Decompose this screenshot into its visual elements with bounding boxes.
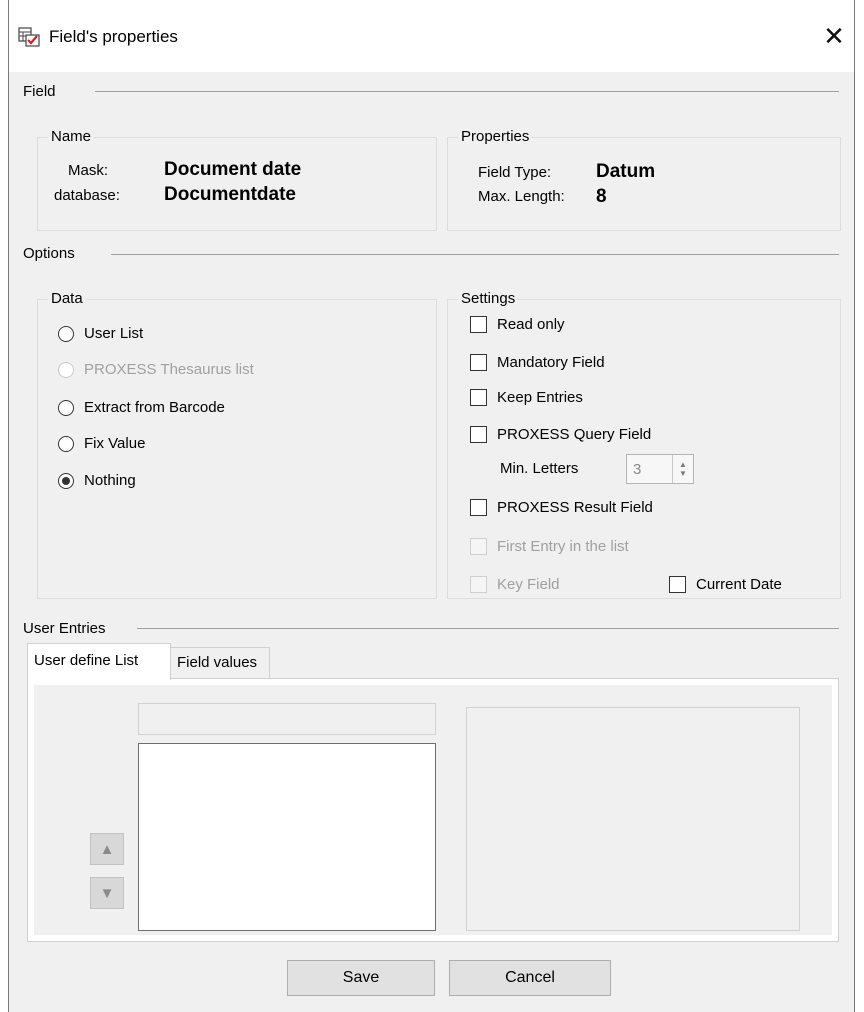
checkbox-label: PROXESS Query Field [497,426,652,443]
checkbox-first-entry-in-list: First Entry in the list [470,538,629,555]
radio-proxess-thesaurus-list: PROXESS Thesaurus list [58,361,254,378]
arrow-up-icon: ▲ [99,840,115,858]
arrow-down-icon: ▼ [99,884,115,902]
checkbox-proxess-query-field[interactable]: PROXESS Query Field [470,426,651,443]
checkbox-label: PROXESS Result Field [497,499,653,516]
min-letters-spinner: 3 ▲ ▼ [626,454,694,484]
radio-label: User List [84,325,144,342]
database-value: Documentdate [164,184,296,205]
checkbox[interactable] [470,354,487,371]
entry-input[interactable] [138,703,436,735]
cancel-button-label: Cancel [505,969,555,986]
radio-label: PROXESS Thesaurus list [84,361,254,378]
checkbox [470,538,487,555]
checkbox-label: Mandatory Field [497,354,605,371]
tab-user-define-list[interactable]: User define List [27,643,171,680]
save-button[interactable]: Save [287,960,435,996]
table-check-icon [18,27,40,47]
mask-label: Mask: [68,162,109,179]
checkbox[interactable] [470,499,487,516]
tab-field-values[interactable]: Field values [170,647,270,678]
checkbox-current-date[interactable]: Current Date [669,576,782,593]
properties-groupbox: Properties Field Type: Datum Max. Length… [447,128,841,231]
checkbox[interactable] [470,316,487,333]
close-icon: ✕ [823,20,845,51]
radio-button-selected[interactable] [58,472,74,489]
user-entries-tab-panel: ▲ ▼ [27,678,839,942]
cancel-button[interactable]: Cancel [449,960,611,996]
user-entries-section-label: User Entries [23,620,106,637]
entries-list[interactable] [138,743,436,931]
checkbox[interactable] [470,426,487,443]
options-section-divider [111,254,839,255]
radio-label: Extract from Barcode [84,399,225,416]
radio-button[interactable] [58,325,74,342]
settings-group-title: Settings [458,290,519,307]
move-down-button[interactable]: ▼ [90,877,124,909]
tab-label: User define List [34,652,139,669]
data-groupbox: Data User List PROXESS Thesaurus list Ex… [37,290,437,599]
radio-label: Fix Value [84,435,146,452]
user-entries-section-divider [137,628,839,629]
min-letters-label: Min. Letters [500,460,579,477]
options-section-label: Options [23,245,75,262]
checkbox [470,576,487,593]
title-bar: Field's properties ✕ [9,0,854,72]
radio-user-list[interactable]: User List [58,325,143,342]
properties-group-title: Properties [458,128,533,145]
move-up-button[interactable]: ▲ [90,833,124,865]
field-section-label: Field [23,83,56,100]
field-type-value: Datum [596,161,656,182]
database-label: database: [54,187,120,204]
max-length-label: Max. Length: [478,188,565,205]
min-letters-value: 3 [633,461,642,478]
radio-button[interactable] [58,399,74,416]
radio-extract-from-barcode[interactable]: Extract from Barcode [58,399,225,416]
checkbox-label: First Entry in the list [497,538,629,555]
checkbox-label: Current Date [696,576,782,593]
radio-fix-value[interactable]: Fix Value [58,435,145,452]
radio-button [58,361,74,378]
data-group-title: Data [48,290,86,307]
name-groupbox: Name Mask: Document date database: Docum… [37,128,437,231]
radio-label: Nothing [84,472,136,489]
close-button[interactable]: ✕ [814,18,854,54]
dialog-window: Field's properties ✕ Field Name Mask: Do… [8,0,855,1012]
radio-nothing[interactable]: Nothing [58,472,136,489]
spinner-up-icon: ▲ [679,460,687,469]
tab-label: Field values [177,654,258,671]
spinner-down-icon: ▼ [679,469,687,478]
settings-groupbox: Settings Read only Mandatory Field Keep … [447,290,841,599]
checkbox-key-field: Key Field [470,576,560,593]
field-section-divider [95,91,839,92]
spinner-buttons: ▲ ▼ [672,455,693,483]
checkbox-mandatory-field[interactable]: Mandatory Field [470,354,605,371]
mask-value: Document date [164,159,302,180]
field-type-label: Field Type: [478,164,552,181]
radio-button[interactable] [58,435,74,452]
checkbox-label: Keep Entries [497,389,583,406]
dialog-title: Field's properties [49,27,178,46]
checkbox-keep-entries[interactable]: Keep Entries [470,389,583,406]
checkbox-proxess-result-field[interactable]: PROXESS Result Field [470,499,653,516]
field-values-box [466,707,800,931]
checkbox[interactable] [669,576,686,593]
save-button-label: Save [342,969,380,986]
checkbox-label: Read only [497,316,565,333]
checkbox-read-only[interactable]: Read only [470,316,565,333]
name-group-title: Name [48,128,95,145]
checkbox[interactable] [470,389,487,406]
max-length-value: 8 [596,186,607,207]
checkbox-label: Key Field [497,576,560,593]
